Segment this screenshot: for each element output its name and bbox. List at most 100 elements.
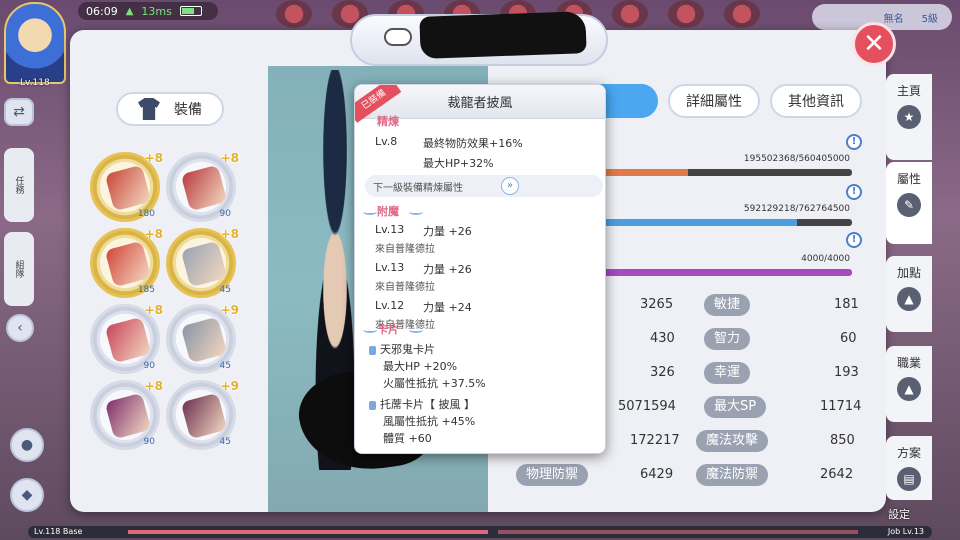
top-menu-icon[interactable] (276, 0, 312, 28)
section-deco (409, 209, 423, 215)
card-name-text: 天邪鬼卡片 (380, 343, 435, 356)
quest-tab[interactable]: 任務 (4, 148, 34, 222)
stat-label-int: 智力 (704, 328, 751, 350)
hp-bar-fill (600, 169, 689, 176)
card-effect: 風屬性抵抗 +45% (383, 415, 476, 428)
weight-info-icon[interactable]: ! (846, 232, 862, 248)
equipment-slot[interactable]: +8 45 (166, 227, 239, 298)
nav-attr-label: 屬性 (896, 172, 921, 186)
equipment-item-icon (180, 316, 228, 364)
card-name: 天邪鬼卡片 (369, 341, 435, 357)
item-count: 45 (219, 437, 231, 447)
card-effect: 體質 +60 (383, 432, 432, 445)
equipment-item-icon (104, 164, 152, 212)
enchant-level: Lv.13 (375, 223, 405, 236)
item-count: 185 (137, 285, 155, 295)
tooltip-title-text: 裁龍者披風 (447, 96, 513, 111)
item-tooltip: 已裝備 裁龍者披風 精煉 Lv.8 最終物防效果+16% 最大HP+32% 下一… (354, 84, 606, 454)
latency-text: 13ms (141, 4, 172, 18)
shirt-icon (138, 98, 160, 120)
swap-arrows-icon[interactable]: ⇄ (4, 98, 34, 126)
stat-value: 326 (650, 365, 675, 380)
refine-level-badge: +8 (144, 303, 163, 317)
refine-level-badge: +8 (144, 379, 163, 393)
settings-label[interactable]: 設定 (888, 506, 910, 522)
next-refine-button[interactable]: 下一級裝備精煉屬性 » (365, 175, 603, 197)
item-count: 90 (219, 209, 231, 219)
player-avatar[interactable] (4, 2, 66, 84)
tab-detail[interactable]: 詳細屬性 (668, 84, 760, 118)
equipment-slot[interactable]: +8 90 (90, 379, 163, 450)
equip-header[interactable]: 裝備 (116, 92, 224, 126)
close-button[interactable]: ✕ (852, 22, 896, 66)
stat-label-maxsp: 最大SP (704, 396, 767, 418)
equipment-slot[interactable]: +8 90 (90, 303, 163, 374)
stat-value: 3265 (640, 297, 674, 312)
tooltip-body: 精煉 Lv.8 最終物防效果+16% 最大HP+32% 下一級裝備精煉屬性 » … (355, 115, 605, 453)
quest-tab-label: 任務 (13, 176, 24, 194)
nav-job-label: 職業 (896, 356, 921, 370)
equipment-slot[interactable]: +9 45 (166, 303, 239, 374)
card-name-text: 托蓆卡片【 披風 】 (380, 398, 475, 411)
top-menu-icon[interactable] (612, 0, 648, 28)
top-menu-icon[interactable] (724, 0, 760, 28)
nav-plan[interactable]: 方案 ▤ (886, 436, 932, 500)
hp-value: 195502368/560405000 (743, 154, 850, 164)
equipment-item-icon (104, 240, 152, 288)
nav-attr[interactable]: 屬性 ✎ (886, 162, 932, 244)
card-section-title: 卡片 (377, 323, 399, 336)
stat-value-pdef: 6429 (640, 467, 674, 482)
enchant-source: 來自普隆德拉 (375, 244, 435, 255)
top-menu-icon[interactable] (668, 0, 704, 28)
equipment-slot[interactable]: +8 90 (166, 151, 239, 222)
card-effect: 火屬性抵抗 +37.5% (383, 377, 486, 390)
refine-level-badge: +9 (220, 303, 239, 317)
team-tab[interactable]: 組隊 (4, 232, 34, 306)
equipment-slot[interactable]: +8 185 (90, 227, 163, 298)
stat-value-mdef: 2642 (820, 467, 854, 482)
sp-value: 592129218/762764500 (743, 204, 850, 214)
stat-value-matk: 850 (830, 433, 855, 448)
next-refine-label: 下一級裝備精煉屬性 (373, 182, 463, 194)
skill-icon[interactable]: ◆ (10, 478, 44, 512)
refine-level-badge: +8 (220, 151, 239, 165)
nav-job[interactable]: 職業 ▲ (886, 346, 932, 422)
document-icon: ▤ (897, 467, 921, 491)
nav-home[interactable]: 主頁 ★ (886, 74, 932, 160)
section-deco (363, 209, 377, 215)
equipment-slot[interactable]: +9 45 (166, 379, 239, 450)
equipment-slot[interactable]: +8 180 (90, 151, 163, 222)
refine-section-title: 精煉 (377, 115, 399, 128)
arrow-up-icon: ▲ (897, 377, 921, 401)
enchant-effect: 力量 +26 (423, 225, 472, 238)
nav-addpoint[interactable]: 加點 ▲ (886, 256, 932, 332)
refine-level-badge: +8 (144, 227, 163, 241)
nav-home-label: 主頁 (896, 84, 921, 98)
tab-other-label: 其他資訊 (788, 94, 844, 110)
enchant-source: 來自普隆德拉 (375, 282, 435, 293)
stat-label-mdef: 魔法防禦 (696, 464, 769, 486)
wifi-icon: ▲ (125, 5, 134, 17)
close-icon: ✕ (863, 29, 885, 59)
card-icon (369, 345, 376, 355)
collapse-left-icon[interactable]: ‹ (6, 314, 34, 342)
base-level-label: Lv.118 Base (34, 527, 83, 536)
enchant-level: Lv.13 (375, 261, 405, 274)
stat-label-luk: 幸運 (704, 362, 751, 384)
redacted-title (419, 11, 587, 59)
job-exp-fill (498, 530, 858, 534)
title-toggle-icon[interactable] (384, 28, 412, 46)
tab-other[interactable]: 其他資訊 (770, 84, 862, 118)
nav-plan-label: 方案 (896, 446, 921, 460)
job-level-label: Job Lv.13 (887, 527, 924, 536)
refine-level-badge: +9 (220, 379, 239, 393)
sp-bar-fill (600, 219, 797, 226)
battery-icon (179, 6, 202, 16)
stat-label-matk: 魔法攻擊 (696, 430, 769, 452)
base-exp-fill (128, 530, 488, 534)
character-icon[interactable]: ● (10, 428, 44, 462)
stat-label-pdef: 物理防禦 (516, 464, 589, 486)
enchant-effect: 力量 +26 (423, 263, 472, 276)
item-count: 180 (137, 209, 155, 219)
stat-value: 5071594 (618, 399, 676, 414)
